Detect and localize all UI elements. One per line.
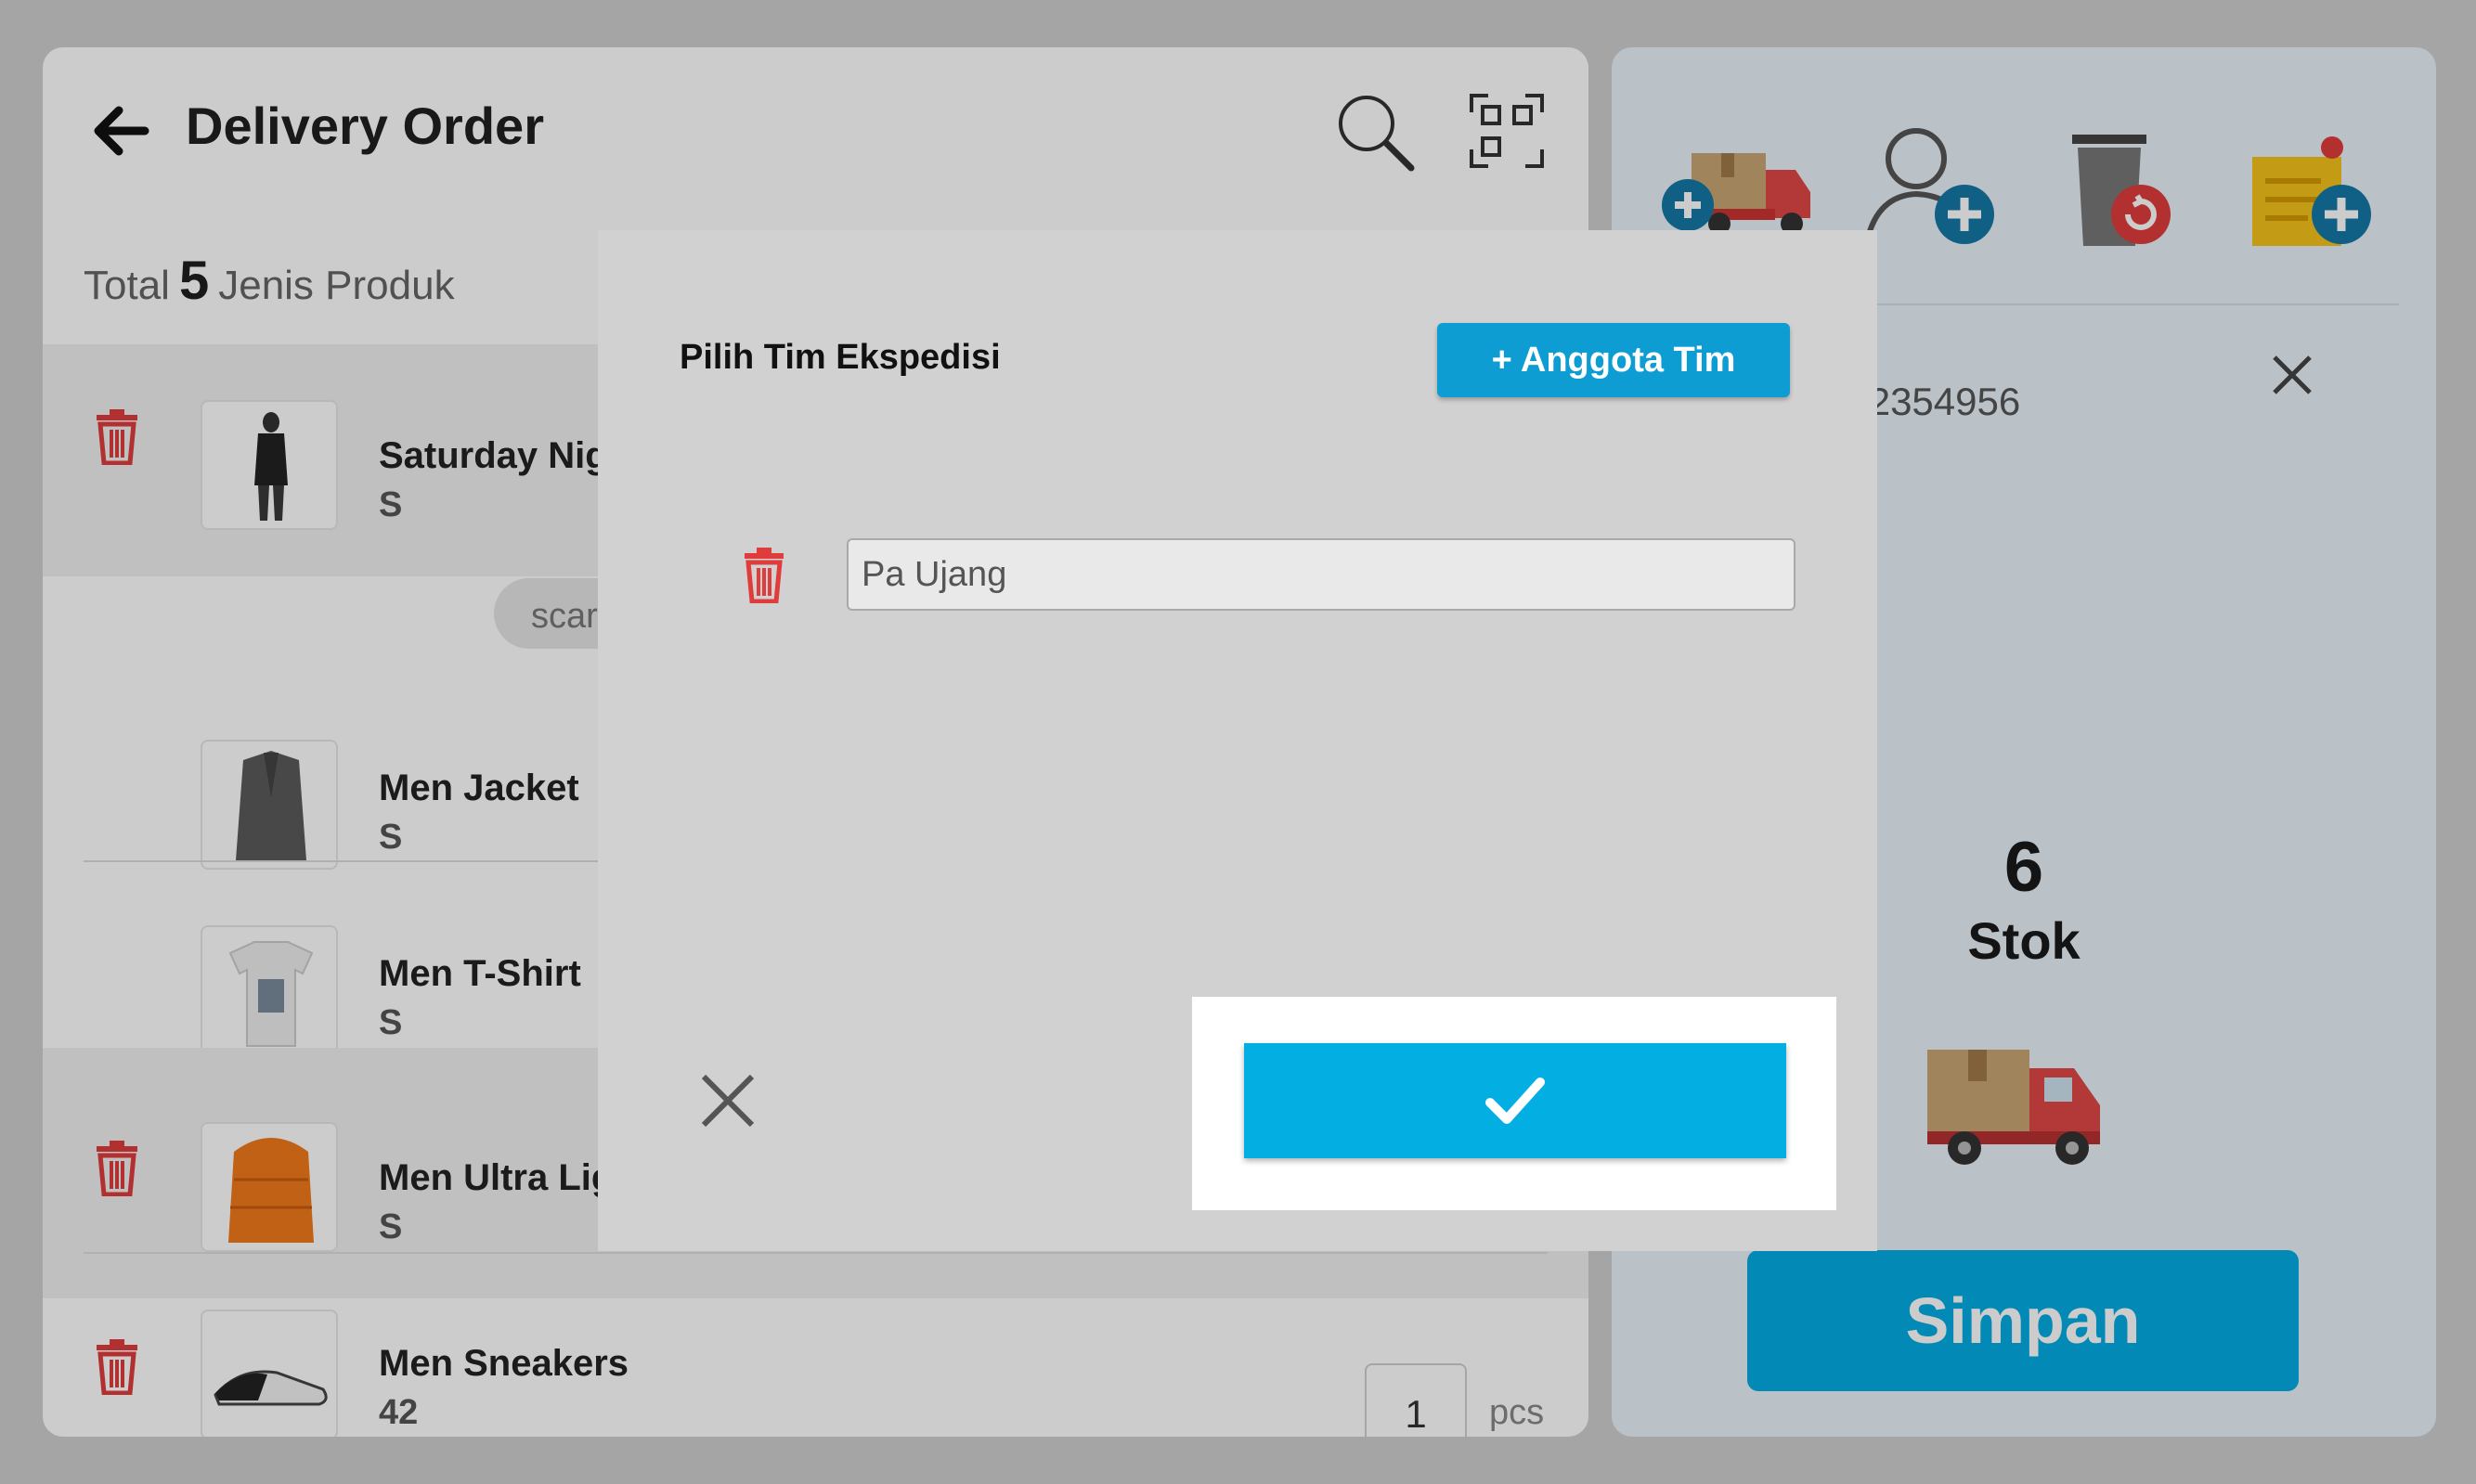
trash-icon[interactable]	[743, 548, 785, 603]
close-icon[interactable]	[698, 1071, 758, 1130]
confirm-highlight	[1192, 997, 1836, 1210]
select-team-dialog: Pilih Tim Ekspedisi + Anggota Tim	[598, 230, 1877, 1251]
confirm-button[interactable]	[1244, 1043, 1786, 1158]
add-team-member-button[interactable]: + Anggota Tim	[1437, 323, 1790, 397]
team-member-field[interactable]	[847, 538, 1795, 611]
dialog-title: Pilih Tim Ekspedisi	[680, 338, 1001, 377]
check-icon	[1485, 1078, 1545, 1124]
